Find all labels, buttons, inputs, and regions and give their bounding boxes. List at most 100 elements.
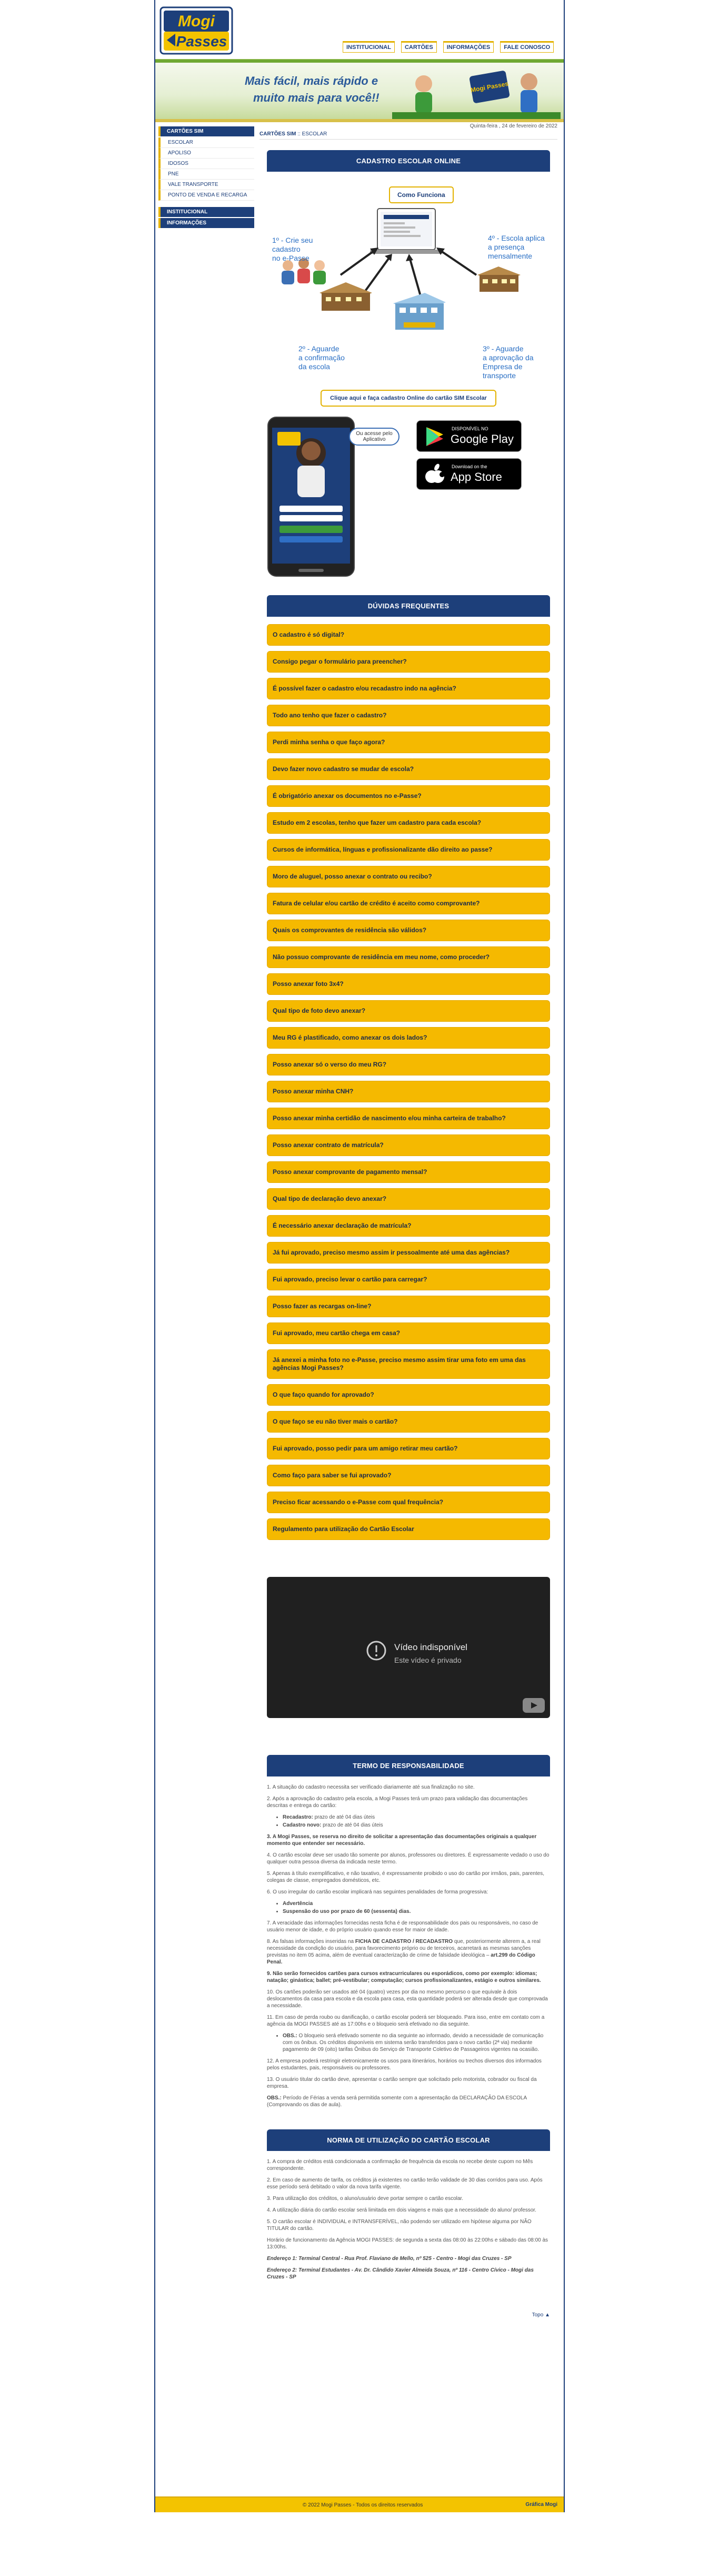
nav-informacoes[interactable]: INFORMAÇÕES [443, 41, 494, 53]
faq-item[interactable]: Já anexei a minha foto no e-Passe, preci… [267, 1349, 550, 1379]
faq-item[interactable]: Perdi minha senha o que faço agora? [267, 732, 550, 753]
faq-item[interactable]: Posso anexar contrato de matrícula? [267, 1134, 550, 1156]
faq-item[interactable]: Posso anexar minha certidão de nasciment… [267, 1108, 550, 1129]
back-to-top-link[interactable]: Topo ▲ [259, 2312, 550, 2318]
sidebar-item-idosos[interactable]: IDOSOS [158, 159, 254, 169]
sidebar-item-ponto-venda[interactable]: PONTO DE VENDA E RECARGA [158, 190, 254, 201]
faq-item[interactable]: Posso anexar só o verso do meu RG? [267, 1054, 550, 1075]
breadcrumb: CARTÕES SIM :: ESCOLAR [259, 131, 557, 140]
sidebar-head-cartoes[interactable]: CARTÕES SIM [158, 126, 254, 136]
terms-item: 10. Os cartões poderão ser usados até 04… [267, 1989, 548, 2009]
step-4-line: mensalmente [488, 252, 533, 260]
norms-item: 2. Em caso de aumento de tarifa, os créd… [267, 2177, 543, 2190]
faq-item[interactable]: Já fui aprovado, preciso mesmo assim ir … [267, 1242, 550, 1264]
faq-item[interactable]: Regulamento para utilização do Cartão Es… [267, 1518, 550, 1540]
norms-text: 1. A compra de créditos está condicionad… [267, 2158, 550, 2281]
terms-bold: OBS.: [283, 2033, 297, 2039]
terms-list-item: Cadastro novo: prazo de até 04 dias útei… [283, 1822, 550, 1829]
faq-item[interactable]: Cursos de informática, línguas e profiss… [267, 839, 550, 861]
faq-item[interactable]: Preciso ficar acessando o e-Passe com qu… [267, 1492, 550, 1513]
top-navigation: INSTITUCIONAL CARTÕES INFORMAÇÕES FALE C… [343, 41, 554, 53]
faq-item[interactable]: Fatura de celular e/ou cartão de crédito… [267, 893, 550, 914]
como-funciona-button[interactable]: Como Funciona [389, 186, 454, 203]
faq-item[interactable]: O cadastro é só digital? [267, 624, 550, 646]
faq-item[interactable]: Moro de aluguel, posso anexar o contrato… [267, 866, 550, 887]
sidebar-item-apoliso[interactable]: APOLISO [158, 148, 254, 159]
norms-item: Endereço 2: Terminal Estudantes - Av. Dr… [267, 2267, 550, 2281]
faq-item[interactable]: Não possuo comprovante de residência em … [267, 946, 550, 968]
faq-item[interactable]: É necessário anexar declaração de matríc… [267, 1215, 550, 1237]
faq-item[interactable]: O que faço quando for aprovado? [267, 1384, 550, 1406]
faq-item[interactable]: O que faço se eu não tiver mais o cartão… [267, 1411, 550, 1433]
terms-item: 2. Após a aprovação do cadastro pela esc… [267, 1796, 528, 1809]
smartphone-app-preview[interactable] [267, 416, 355, 577]
google-play-big-text: Google Play [451, 432, 514, 446]
nav-institucional[interactable]: INSTITUCIONAL [343, 41, 395, 53]
video-unavailable-icon [366, 1641, 386, 1661]
header: Mogi Passes INSTITUCIONAL CARTÕES INFORM… [155, 0, 564, 59]
sidebar-item-escolar[interactable]: ESCOLAR [158, 137, 254, 148]
faq-item[interactable]: Consigo pegar o formulário para preenche… [267, 651, 550, 673]
faq-item[interactable]: É obrigatório anexar os documentos no e-… [267, 785, 550, 807]
step-2-line: 2º - Aguarde [298, 344, 339, 353]
faq-item[interactable]: Fui aprovado, posso pedir para um amigo … [267, 1438, 550, 1459]
faq-item[interactable]: Meu RG é plastificado, como anexar os do… [267, 1027, 550, 1049]
terms-span: prazo de até 04 dias úteis [321, 1822, 383, 1828]
main-layout: CARTÕES SIM ESCOLAR APOLISO IDOSOS PNE V… [155, 122, 564, 2492]
norms-item: Horário de funcionamento da Agência MOGI… [267, 2237, 548, 2250]
faq-item[interactable]: Como faço para saber se fui aprovado? [267, 1465, 550, 1486]
faq-item[interactable]: Posso anexar foto 3x4? [267, 973, 550, 995]
step-4-line: 4º - Escola aplica [488, 234, 545, 242]
terms-span: O bloqueio será efetivado somente no dia… [283, 2033, 544, 2052]
terms-list: OBS.: O bloqueio será efetivado somente … [283, 2032, 550, 2053]
breadcrumb-leaf: ESCOLAR [302, 131, 327, 137]
youtube-icon[interactable] [523, 1698, 545, 1713]
faq-item[interactable]: Fui aprovado, preciso levar o cartão par… [267, 1269, 550, 1290]
nav-cartoes[interactable]: CARTÕES [401, 41, 437, 53]
faq-item[interactable]: Fui aprovado, meu cartão chega em casa? [267, 1322, 550, 1344]
embedded-video[interactable]: Vídeo indisponível Este vídeo é privado [267, 1577, 550, 1718]
current-date: Quinta-feira , 24 de fevereiro de 2022 [470, 123, 557, 129]
terms-bold: Cadastro novo: [283, 1822, 322, 1828]
faq-item[interactable]: É possível fazer o cadastro e/ou recadas… [267, 678, 550, 699]
faq-item[interactable]: Posso anexar minha CNH? [267, 1081, 550, 1102]
sidebar-item-pne[interactable]: PNE [158, 169, 254, 180]
faq-item[interactable]: Devo fazer novo cadastro se mudar de esc… [267, 758, 550, 780]
terms-span: prazo de até 04 dias úteis [313, 1814, 375, 1820]
norms-item: 5. O cartão escolar é INDIVIDUAL e INTRA… [267, 2219, 532, 2232]
section-title-norms: NORMA DE UTILIZAÇÃO DO CARTÃO ESCOLAR [267, 2129, 550, 2151]
footer-copyright: © 2022 Mogi Passes - Todos os direitos r… [303, 2502, 423, 2508]
nav-fale-conosco[interactable]: FALE CONOSCO [500, 41, 554, 53]
app-store-button[interactable]: Download on the App Store [416, 458, 522, 490]
address-2: Endereço 2: Terminal Estudantes - Av. Dr… [267, 2267, 534, 2280]
sidebar-item-vale-transporte[interactable]: VALE TRANSPORTE [158, 180, 254, 190]
step-1-line: cadastro [272, 245, 301, 253]
step-1: 1º - Crie seu cadastro no e-Passe [272, 236, 313, 263]
terms-list: Recadastro: prazo de até 04 dias úteis C… [283, 1814, 550, 1829]
step-2-line: a confirmação [298, 353, 345, 362]
breadcrumb-root[interactable]: CARTÕES SIM [259, 131, 296, 137]
faq-item[interactable]: Posso anexar comprovante de pagamento me… [267, 1161, 550, 1183]
google-play-button[interactable]: DISPONÍVEL NO Google Play [416, 420, 522, 452]
faq-item[interactable]: Qual tipo de foto devo anexar? [267, 1000, 550, 1022]
faq-item[interactable]: Quais os comprovantes de residência são … [267, 920, 550, 941]
faq-item[interactable]: Todo ano tenho que fazer o cadastro? [267, 705, 550, 726]
cadastro-online-button[interactable]: Clique aqui e faça cadastro Online do ca… [321, 390, 496, 407]
faq-item[interactable]: Estudo em 2 escolas, tenho que fazer um … [267, 812, 550, 834]
sidebar-head-institucional[interactable]: INSTITUCIONAL [158, 207, 254, 217]
faq-item[interactable]: Posso fazer as recargas on-line? [267, 1296, 550, 1317]
terms-item: 3. A Mogi Passes, se reserva no direito … [267, 1833, 550, 1847]
terms-item: 9. Não serão fornecidos cartões para cur… [267, 1970, 550, 1984]
video-title: Vídeo indisponível [394, 1642, 467, 1652]
video-subtitle: Este vídeo é privado [394, 1656, 462, 1664]
google-play-small-text: DISPONÍVEL NO [452, 426, 488, 431]
faq-item[interactable]: Qual tipo de declaração devo anexar? [267, 1188, 550, 1210]
norms-item: Endereço 1: Terminal Central - Rua Prof.… [267, 2255, 550, 2262]
breadcrumb-separator: :: [296, 131, 302, 137]
mogi-passes-logo[interactable]: Mogi Passes [159, 6, 233, 55]
footer-brand[interactable]: Gráfica Mogi [525, 2502, 557, 2508]
step-3-line: transporte [483, 371, 516, 380]
terms-bold: OBS.: [267, 2095, 282, 2101]
sidebar-head-informacoes[interactable]: INFORMAÇÕES [158, 218, 254, 228]
sidebar: CARTÕES SIM ESCOLAR APOLISO IDOSOS PNE V… [155, 122, 254, 2492]
